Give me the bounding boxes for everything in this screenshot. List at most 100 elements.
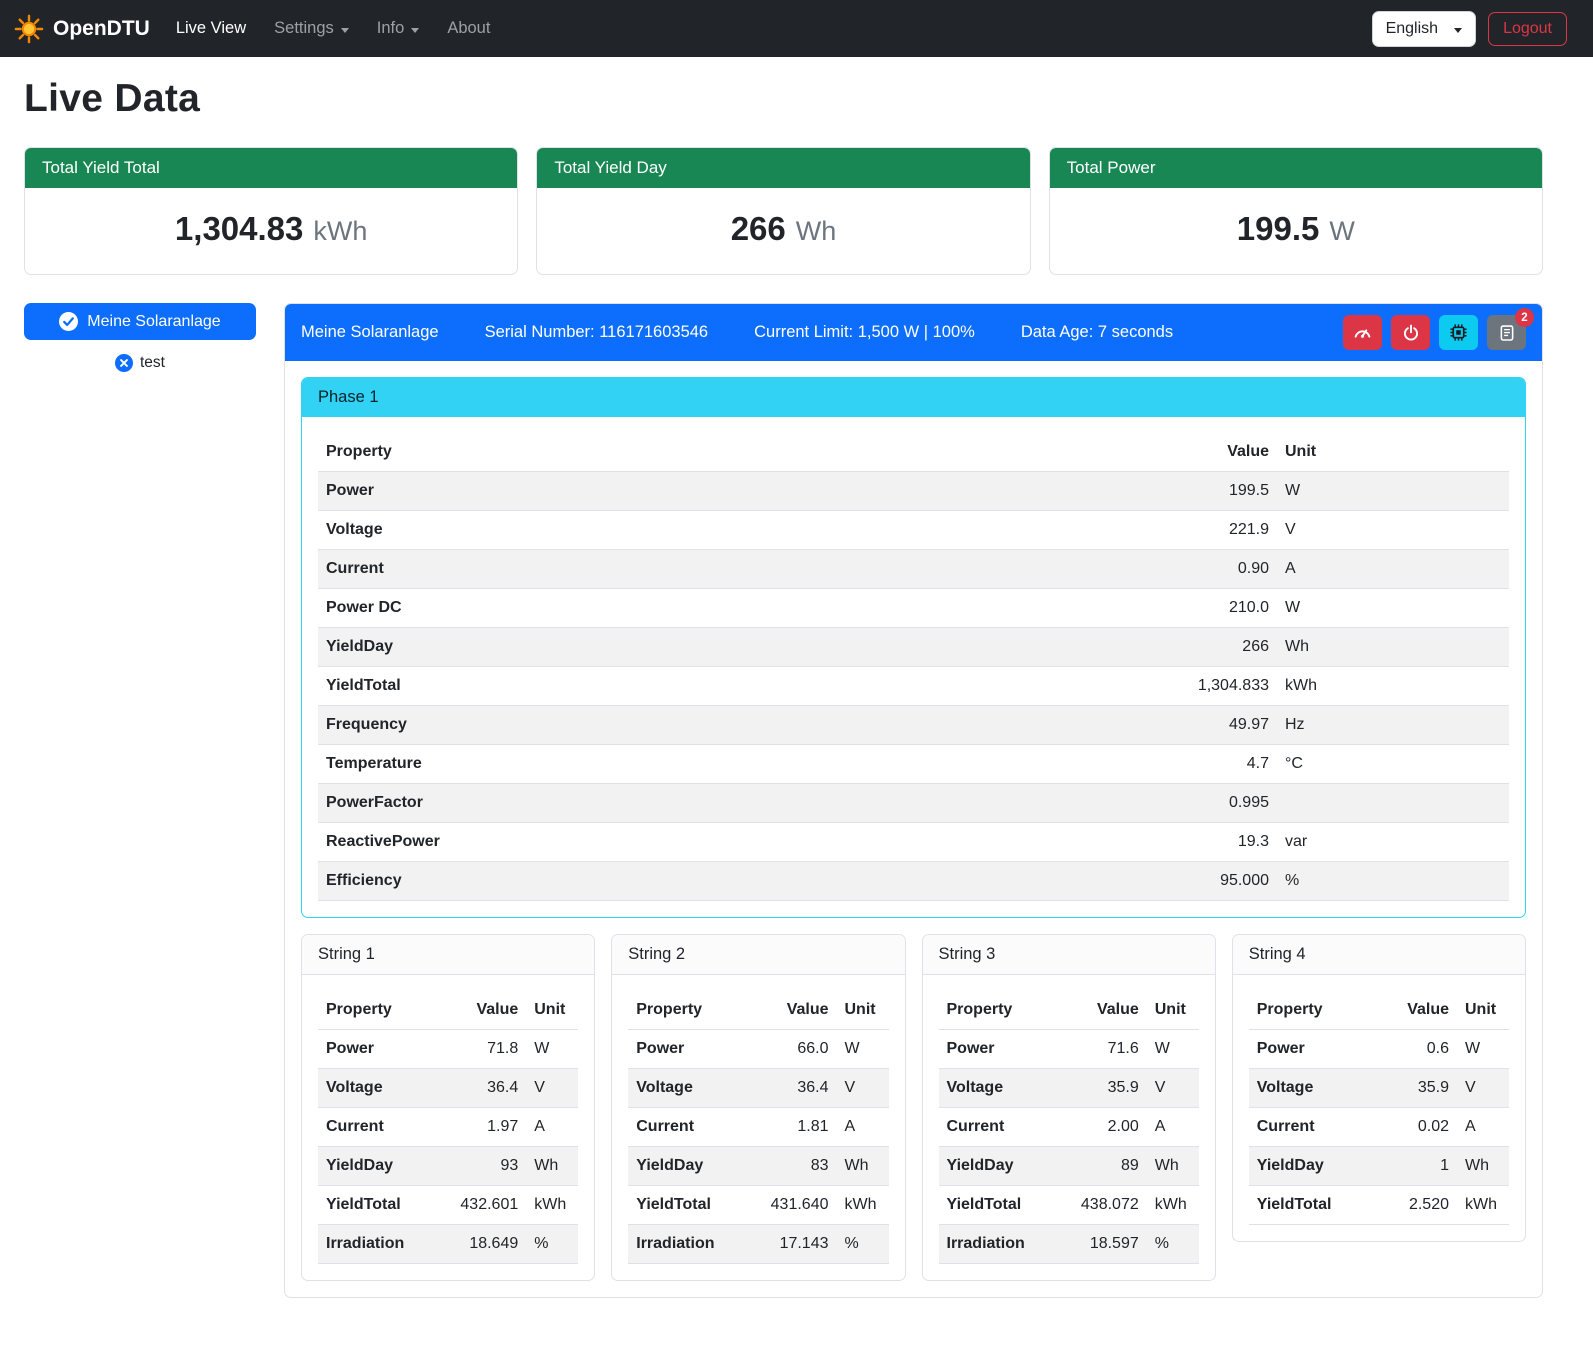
nav-item-settings[interactable]: Settings [274, 19, 349, 38]
table-row: Current1.81A [628, 1108, 888, 1147]
row-unit: W [1457, 1030, 1509, 1069]
row-value: 19.3 [892, 823, 1277, 862]
card-title: Total Power [1050, 148, 1542, 188]
row-value: 1,304.833 [892, 667, 1277, 706]
row-value: 0.90 [892, 550, 1277, 589]
limit-settings-button[interactable] [1343, 315, 1382, 350]
table-row: Temperature4.7°C [318, 745, 1509, 784]
nav-item-live-view[interactable]: Live View [176, 19, 246, 38]
row-unit [1277, 784, 1509, 823]
row-property: Voltage [1249, 1069, 1369, 1108]
page-title: Live Data [24, 77, 1543, 121]
row-property: YieldDay [318, 628, 892, 667]
chip-icon [1449, 323, 1468, 342]
nav-item-info-label: Info [377, 19, 405, 38]
row-unit: W [1277, 589, 1509, 628]
row-property: YieldTotal [318, 1186, 438, 1225]
column-header-property: Property [318, 433, 892, 472]
row-unit: kWh [1277, 667, 1509, 706]
table-row: Power0.6W [1249, 1030, 1509, 1069]
summary-cards: Total Yield Total 1,304.83kWh Total Yiel… [24, 147, 1543, 275]
language-select[interactable]: English [1372, 11, 1476, 47]
string-table-wrapper: Property Value Unit Power71.8WVoltage36.… [302, 975, 594, 1280]
row-value: 1.97 [438, 1108, 526, 1147]
row-value: 18.597 [1059, 1225, 1147, 1264]
logout-button[interactable]: Logout [1488, 12, 1567, 46]
inverter-panel-body: Phase 1 Property Value Unit Power199.5WV… [285, 361, 1542, 1297]
string-4-table: Property Value Unit Power0.6WVoltage35.9… [1249, 991, 1509, 1225]
string-table-wrapper: Property Value Unit Power0.6WVoltage35.9… [1233, 975, 1525, 1241]
row-unit: kWh [837, 1186, 889, 1225]
row-property: Efficiency [318, 862, 892, 901]
row-unit: Hz [1277, 706, 1509, 745]
row-value: 66.0 [749, 1030, 837, 1069]
card-value-row: 1,304.83kWh [25, 188, 517, 274]
row-unit: % [526, 1225, 578, 1264]
column-header-unit: Unit [1457, 991, 1509, 1030]
row-unit: W [837, 1030, 889, 1069]
phase-title: Phase 1 [302, 378, 1525, 417]
row-value: 17.143 [749, 1225, 837, 1264]
row-value: 199.5 [892, 472, 1277, 511]
row-value: 438.072 [1059, 1186, 1147, 1225]
string-table-wrapper: Property Value Unit Power66.0WVoltage36.… [612, 975, 904, 1280]
table-row: Irradiation18.649% [318, 1225, 578, 1264]
column-header-unit: Unit [1277, 433, 1509, 472]
row-property: Irradiation [318, 1225, 438, 1264]
column-header-property: Property [628, 991, 748, 1030]
row-unit: Wh [1277, 628, 1509, 667]
column-header-unit: Unit [526, 991, 578, 1030]
row-value: 1.81 [749, 1108, 837, 1147]
row-value: 266 [892, 628, 1277, 667]
row-unit: W [526, 1030, 578, 1069]
row-property: ReactivePower [318, 823, 892, 862]
row-value: 95.000 [892, 862, 1277, 901]
string-title: String 3 [923, 935, 1215, 975]
row-value: 431.640 [749, 1186, 837, 1225]
sun-icon [14, 14, 44, 44]
table-row: YieldDay93Wh [318, 1147, 578, 1186]
nav-item-info[interactable]: Info [377, 19, 420, 38]
row-value: 35.9 [1059, 1069, 1147, 1108]
string-3-card: String 3 Property Value Unit [922, 934, 1216, 1281]
row-value: 35.9 [1369, 1069, 1457, 1108]
row-unit: A [526, 1108, 578, 1147]
row-value: 1 [1369, 1147, 1457, 1186]
row-value: 4.7 [892, 745, 1277, 784]
table-header-row: Property Value Unit [628, 991, 888, 1030]
table-row: Voltage36.4V [318, 1069, 578, 1108]
gauge-icon [1353, 323, 1372, 342]
nav-item-about[interactable]: About [447, 19, 490, 38]
row-value: 0.02 [1369, 1108, 1457, 1147]
power-toggle-button[interactable] [1391, 315, 1430, 350]
table-row: YieldTotal432.601kWh [318, 1186, 578, 1225]
strings-row: String 1 Property Value Unit [301, 934, 1526, 1281]
card-unit: Wh [796, 216, 837, 246]
event-log-button[interactable]: 2 [1487, 315, 1526, 350]
row-unit: % [1147, 1225, 1199, 1264]
row-unit: % [1277, 862, 1509, 901]
row-property: Irradiation [628, 1225, 748, 1264]
card-title: Total Yield Total [25, 148, 517, 188]
row-property: Power [628, 1030, 748, 1069]
row-property: Voltage [318, 1069, 438, 1108]
phase-table-wrapper: Property Value Unit Power199.5WVoltage22… [302, 417, 1525, 917]
string-3-table: Property Value Unit Power71.6WVoltage35.… [939, 991, 1199, 1264]
string-1-card: String 1 Property Value Unit [301, 934, 595, 1281]
brand[interactable]: OpenDTU [14, 14, 150, 44]
device-info-button[interactable] [1439, 315, 1478, 350]
column-header-property: Property [939, 991, 1059, 1030]
row-property: YieldTotal [318, 667, 892, 706]
total-power-card: Total Power 199.5W [1049, 147, 1543, 275]
chevron-down-icon [341, 28, 349, 33]
row-property: YieldDay [1249, 1147, 1369, 1186]
inverter-panel-header: Meine Solaranlage Serial Number: 1161716… [285, 304, 1542, 361]
table-row: YieldDay266Wh [318, 628, 1509, 667]
inverter-select-active[interactable]: Meine Solaranlage [24, 303, 256, 340]
chevron-down-icon [1454, 28, 1462, 33]
row-unit: var [1277, 823, 1509, 862]
inverter-select-inactive[interactable]: test [109, 353, 171, 373]
inverter-panel: Meine Solaranlage Serial Number: 1161716… [284, 303, 1543, 1298]
row-property: Irradiation [939, 1225, 1059, 1264]
table-row: Irradiation18.597% [939, 1225, 1199, 1264]
